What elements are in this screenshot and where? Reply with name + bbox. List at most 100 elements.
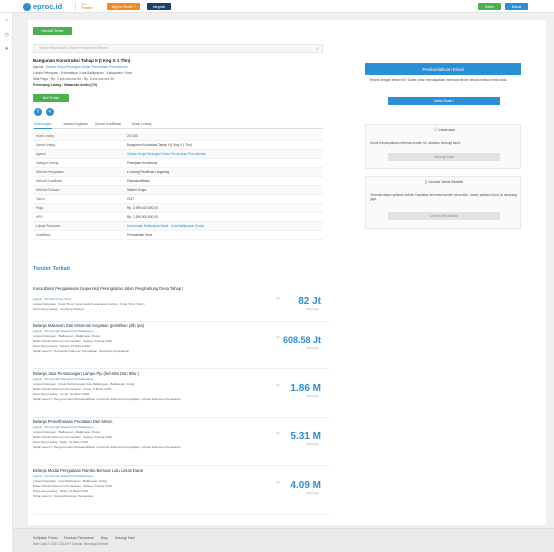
location-line: Lokasi Pekerjaan : Kotamadya, Kota Balik…	[33, 71, 132, 75]
related-tender-item[interactable]: Belanja Jasa Pemasangan Lampu Pju (led 6…	[33, 371, 329, 418]
tagline: Cari Tender	[81, 2, 93, 10]
related-tender-title[interactable]: Konsultansi Pengawasan (supervisi) Penin…	[33, 286, 243, 292]
detail-label: Tahun	[36, 196, 45, 201]
related-tender-item[interactable]: Belanja Pemeliharaan Peralatan Dan Mesin…	[33, 419, 329, 466]
detail-value: e-Lelang Pemilihan Langsung	[127, 169, 170, 174]
currency-prefix: Rp.	[276, 335, 281, 339]
footer: Kebijakan Privasi Panduan Penawaran Blog…	[13, 528, 554, 552]
info-card: ⓘ Informasi Untuk mendapatkan informasi …	[365, 124, 521, 169]
detail-label: Kualifikasi	[36, 232, 51, 237]
tagline-line2: Tender	[81, 5, 93, 10]
detail-row: Kualifikasi Perusahaan Kecil	[33, 231, 323, 240]
detail-label: Lokasi Pekerjaan	[36, 223, 61, 228]
detail-row: Tahun 2017	[33, 195, 323, 204]
footer-link-privacy[interactable]: Kebijakan Privasi	[33, 536, 57, 541]
copyright: Hak Cipta © 2017-2018 PT Darsak Teknolog…	[33, 542, 109, 546]
detail-value[interactable]: Kecamatan Balikpapan Barat - Kota Balikp…	[127, 224, 204, 229]
detail-value: Pekerjaan Konstruksi	[127, 160, 158, 165]
detail-row: Nama Lelang Bangunan Konstruksi Tahap II …	[33, 141, 323, 150]
left-sidebar: ⌂ ◷ ★	[0, 13, 13, 552]
download-mobile-button[interactable]: Unduh Versi Mobile	[388, 212, 500, 220]
tab-jadwal[interactable]: Jadwal Kegiatan	[63, 122, 88, 126]
detail-value: Perusahaan Kecil	[127, 232, 152, 237]
apps-button[interactable]: App for Tender ?	[107, 3, 140, 10]
share-facebook-icon[interactable]: f	[34, 108, 42, 116]
detail-value: Rp. 2.399.000.000,00	[127, 214, 158, 219]
detail-label: Metode Evaluasi	[36, 187, 60, 192]
related-tender-detail: Tahap saat ini : Upload Dokumen Penawara…	[33, 494, 94, 498]
logo-text: eproc.id	[33, 2, 63, 11]
detail-label: Agensi	[36, 151, 46, 156]
footer-link-blog[interactable]: Blog	[101, 536, 107, 541]
agency-link[interactable]: Satuan Kerja Perangkat Dinas Perumahan P…	[46, 65, 128, 69]
eproc-logo[interactable]: eproc.id	[23, 2, 62, 11]
value-line: Nilai Pagu : Rp. 2.xxx.xxx.xxx,00 - Rp. …	[33, 77, 114, 81]
breadcrumb: Tender Pemerintah / Tender Pemerintah / …	[39, 46, 108, 50]
detail-value: 2017	[127, 196, 135, 201]
detail-value: Pascakualifikasi	[127, 178, 150, 183]
divider	[75, 3, 76, 11]
mobile-title: ▯ Unduh Versi Mobile	[425, 179, 463, 184]
integrate-button[interactable]: Integrate	[147, 3, 171, 10]
info-title: ⓘ Informasi	[433, 127, 455, 132]
register-button[interactable]: Masuk	[505, 3, 528, 10]
detail-row: Agensi Satuan Kerja Perangkat Dinas Perum…	[33, 150, 323, 159]
currency-prefix: Rp.	[276, 383, 281, 387]
related-tender-detail: Tahap saat ini : Download Dokumen Pengad…	[33, 349, 130, 353]
detail-label: Nama Lelang	[36, 142, 55, 147]
star-icon[interactable]: ★	[4, 47, 9, 52]
amount-note: Nilai Pagu	[306, 307, 319, 311]
currency-prefix: Rp.	[276, 431, 281, 435]
related-tender-amount: 608.58 Jt	[282, 335, 321, 345]
amount-note: Nilai Pagu	[306, 394, 319, 398]
page-title: Bangunan Konstruksi Tahap II (I Keg X 1 …	[33, 58, 131, 63]
detail-row: Kode Lelang 247103	[33, 132, 323, 141]
detail-row: Lokasi Pekerjaan Kecamatan Balikpapan Bar…	[33, 222, 323, 231]
related-tender-detail: Pemenang Lelang : Lambang Cahaya	[33, 307, 84, 311]
currency-prefix: Rp.	[276, 296, 281, 300]
detail-table: Kode Lelang 247103 Nama Lelang Bangunan Kon…	[33, 132, 323, 240]
logo-icon	[23, 2, 31, 11]
email-notification-header: Pemberitahuan Email	[365, 63, 521, 75]
currency-prefix: Rp.	[276, 480, 281, 484]
tab-tahap[interactable]: Tahap Lelang	[131, 122, 151, 126]
email-description: Tertarik dengan tender ini? Daftar untuk…	[369, 78, 508, 82]
detail-label: Metode Pengadaan	[36, 169, 64, 174]
winner-line: Pemenang Lelang : Makarsan Andhi (CV)	[33, 83, 98, 87]
detail-value: Rp. 2.399.100.000,00	[127, 205, 158, 210]
detail-row: Kategori Lelang Pekerjaan Konstruksi	[33, 159, 323, 168]
tab-syarat[interactable]: Syarat Kualifikasi	[95, 122, 121, 126]
detail-value[interactable]: Satuan Kerja Perangkat Dinas Perumahan P…	[127, 152, 206, 157]
detail-row: Metode Pengadaan e-Lelang Pemilihan Langs…	[33, 168, 323, 177]
detail-row: HPS Rp. 2.399.000.000,00	[33, 213, 323, 222]
detail-row: Metode Evaluasi Sistem Gugur	[33, 186, 323, 195]
tab-keterangan[interactable]: Keterangan	[34, 122, 52, 130]
tab-bar: Keterangan Jadwal Kegiatan Syarat Kualif…	[33, 120, 323, 130]
related-tender-item[interactable]: Belanja Modal Pengadaan Rambu Bersuar La…	[33, 468, 329, 515]
email-notification-title: Pemberitahuan Email	[422, 66, 464, 72]
detail-row: Metode Kualifikasi Pascakualifikasi	[33, 177, 323, 186]
share-icon[interactable]: <	[46, 108, 54, 116]
search-icon[interactable]: ⌕	[316, 46, 319, 52]
detail-value: Sistem Gugur	[127, 187, 147, 192]
back-button[interactable]: Kembali Tender	[33, 27, 72, 35]
detail-row: Pagu Rp. 2.399.100.000,00	[33, 204, 323, 213]
mobile-description: Tersedia dalam aplikasi mobile! Dapatkan…	[370, 193, 518, 201]
login-button[interactable]: Daftar	[478, 3, 501, 10]
email-signup-button[interactable]: Daftar Gratis !	[388, 97, 500, 105]
amount-note: Nilai Pagu	[306, 442, 319, 446]
detail-value: 247103	[127, 133, 138, 138]
footer-link-contact[interactable]: Hubungi Kami	[115, 536, 135, 541]
follow-button[interactable]: Ikuti Tender	[33, 94, 69, 102]
search-bar[interactable]: Tender Pemerintah / Tender Pemerintah / …	[33, 44, 323, 53]
detail-label: Pagu	[36, 205, 44, 210]
amount-note: Nilai Pagu	[306, 346, 319, 350]
related-tender-item[interactable]: Konsultansi Pengawasan (supervisi) Penin…	[33, 286, 329, 322]
footer-link-guide[interactable]: Panduan Penawaran	[64, 536, 94, 541]
clock-icon[interactable]: ◷	[4, 33, 9, 38]
contact-button[interactable]: Hubungi Kami	[388, 153, 500, 161]
mobile-card: ▯ Unduh Versi Mobile Tersedia dalam apli…	[365, 176, 521, 229]
home-icon[interactable]: ⌂	[4, 18, 9, 23]
agency-label: Agensi : Satuan Kerja Perangkat Dinas Pe…	[33, 65, 128, 69]
related-tender-item[interactable]: Belanja Makanan Dan Minuman Kegiatan (pe…	[33, 323, 329, 369]
